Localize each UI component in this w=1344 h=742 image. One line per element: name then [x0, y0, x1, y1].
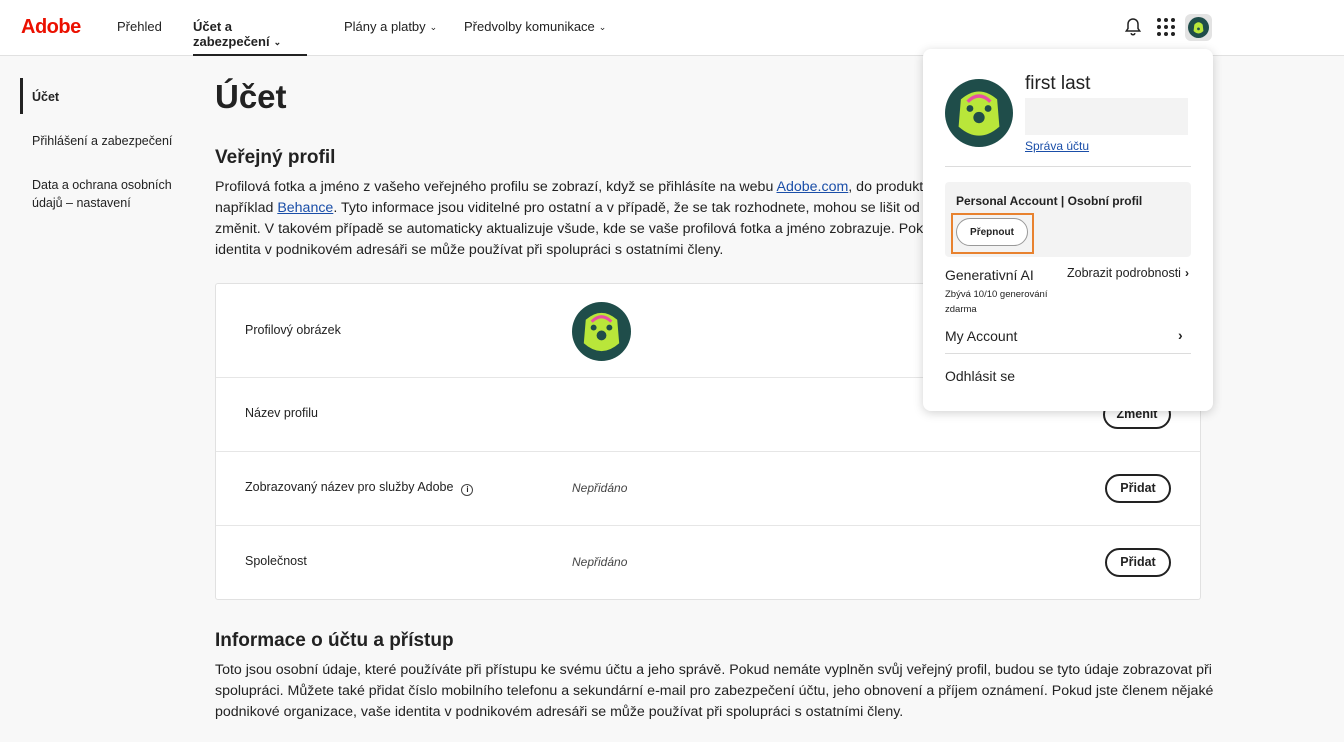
generative-ai-title: Generativní AI: [945, 267, 1034, 283]
avatar-button[interactable]: [1185, 14, 1212, 41]
sidebar-active-indicator: [20, 78, 23, 114]
nav-item-label: Přehled: [117, 19, 162, 34]
sidebar-item-account[interactable]: Účet: [32, 88, 59, 106]
user-email-placeholder: [1025, 98, 1188, 135]
behance-link[interactable]: Behance: [277, 200, 333, 216]
row-label: Profilový obrázek: [245, 323, 341, 337]
sidebar-item-data-privacy[interactable]: Data a ochrana osobních údajů – nastaven…: [32, 176, 172, 212]
public-profile-description: Profilová fotka a jméno z vašeho veřejné…: [215, 179, 925, 258]
chevron-down-icon: ⌄: [273, 37, 282, 47]
profile-switcher: Personal Account | Osobní profil Přepnou…: [945, 182, 1191, 257]
bell-icon[interactable]: [1122, 16, 1144, 38]
chevron-down-icon: ⌄: [429, 22, 438, 32]
table-row: Zobrazovaný název pro služby Adobe i Nepř…: [216, 452, 1200, 526]
account-info-description: Toto jsou osobní údaje, které používáte …: [215, 662, 1214, 720]
top-navigation: Adobe Přehled Účet a zabezpečení ⌄ Plány …: [0, 0, 1344, 56]
add-company-button[interactable]: Přidat: [1105, 548, 1171, 577]
apps-grid-icon[interactable]: [1155, 16, 1177, 38]
nav-item-account-security[interactable]: Účet a zabezpečení ⌄: [193, 19, 307, 56]
user-name: first last: [1025, 73, 1091, 94]
profile-title: Personal Account | Osobní profil: [956, 194, 1143, 208]
logout-button[interactable]: Odhlásit se: [945, 368, 1015, 384]
row-label: Zobrazovaný název pro služby Adobe i: [245, 480, 474, 496]
nav-item-label: Plány a platby: [344, 19, 426, 34]
row-label: Společnost: [245, 554, 307, 568]
profile-picture[interactable]: [572, 302, 631, 361]
my-account-link[interactable]: My Account: [945, 328, 1017, 344]
info-icon[interactable]: i: [461, 484, 474, 496]
chevron-right-icon: ›: [1184, 266, 1189, 280]
manage-account-link[interactable]: Správa účtu: [1025, 139, 1089, 153]
nav-item-label: Účet a zabezpečení: [193, 19, 270, 49]
account-info-heading: Informace o účtu a přístup: [215, 630, 454, 651]
divider: [945, 166, 1191, 167]
page-title: Účet: [215, 78, 287, 115]
sidebar-item-login-security[interactable]: Přihlášení a zabezpečení: [32, 132, 172, 150]
table-row: Společnost Nepřidáno Přidat: [216, 526, 1200, 600]
nav-item-overview[interactable]: Přehled: [117, 19, 162, 56]
avatar: [1188, 17, 1209, 38]
add-display-name-button[interactable]: Přidat: [1105, 474, 1171, 503]
switch-profile-button[interactable]: Přepnout: [956, 218, 1028, 246]
chevron-down-icon: ⌄: [598, 22, 607, 32]
row-value: Nepřidáno: [572, 481, 628, 495]
nav-item-communication-preferences[interactable]: Předvolby komunikace ⌄: [464, 19, 606, 56]
row-value: Nepřidáno: [572, 555, 628, 569]
row-label: Název profilu: [245, 406, 318, 420]
view-details-link[interactable]: Zobrazit podrobnosti ›: [1067, 266, 1189, 280]
adobe-com-link[interactable]: Adobe.com: [777, 179, 849, 195]
nav-item-label: Předvolby komunikace: [464, 19, 595, 34]
account-dropdown-panel: first last Správa účtu Personal Account …: [923, 49, 1213, 411]
generative-ai-credits: Zbývá 10/10 generování zdarma: [945, 289, 1048, 315]
adobe-logo[interactable]: Adobe: [21, 16, 81, 39]
nav-item-plans-payments[interactable]: Plány a platby ⌄: [344, 19, 437, 56]
public-profile-heading: Veřejný profil: [215, 147, 336, 168]
chevron-right-icon: ›: [1178, 327, 1183, 343]
avatar: [945, 79, 1013, 147]
divider: [945, 353, 1191, 354]
